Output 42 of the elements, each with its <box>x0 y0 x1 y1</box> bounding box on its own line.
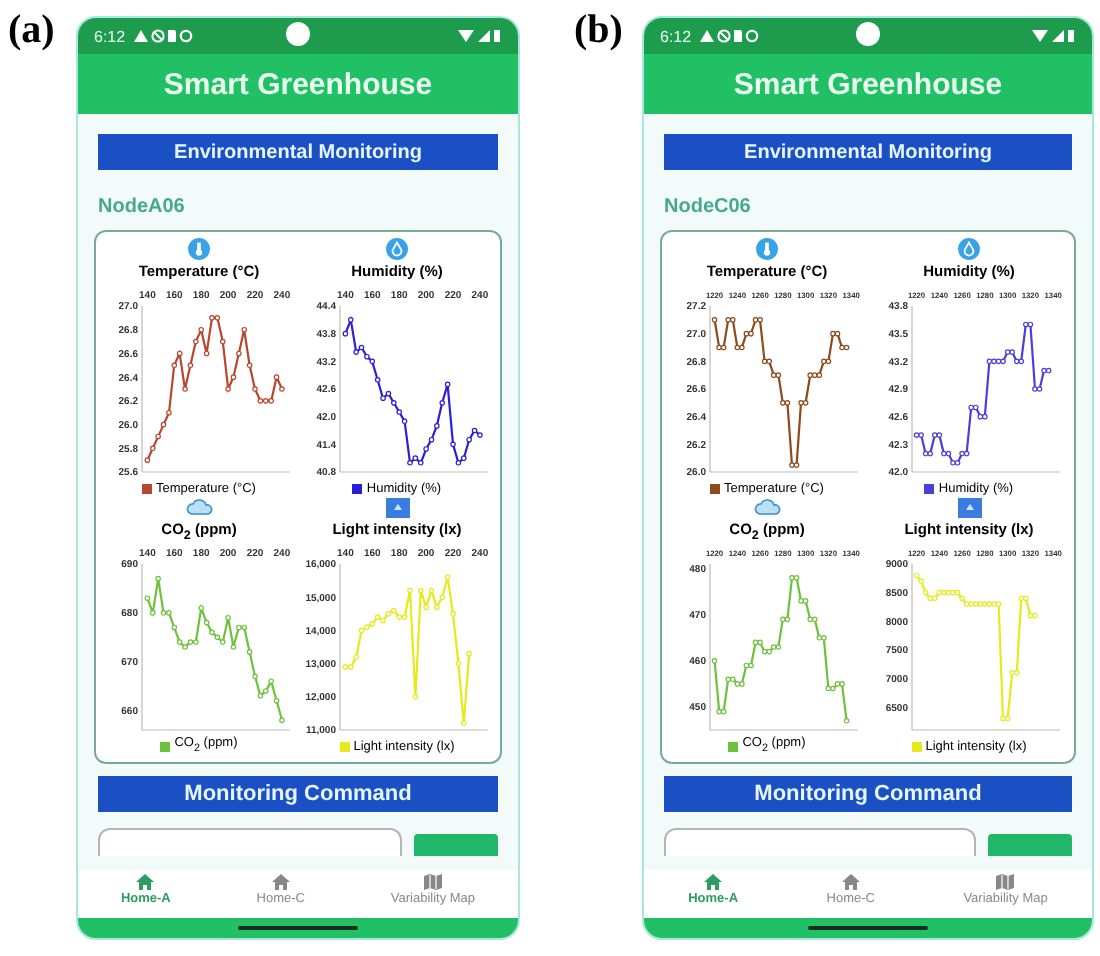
cloud-icon <box>753 498 781 518</box>
home-icon <box>841 874 860 890</box>
lamp-icon <box>957 498 981 518</box>
home-icon <box>271 874 290 890</box>
node-label: NodeC06 <box>664 196 753 222</box>
command-input-field[interactable] <box>664 828 976 856</box>
section-title: Environmental Monitoring <box>98 134 498 170</box>
panel-label: (a) <box>6 6 57 56</box>
home-indicator <box>238 926 358 930</box>
thermometer-icon <box>188 238 210 260</box>
home-indicator <box>808 926 928 930</box>
legend-swatch <box>339 741 350 751</box>
droplet-icon <box>386 238 408 260</box>
section-title: Monitoring Command <box>664 776 1072 812</box>
cloud-icon <box>185 498 213 518</box>
app-title: Smart Greenhouse <box>644 54 1092 114</box>
legend-swatch <box>710 483 721 493</box>
camera-hole <box>856 22 880 46</box>
status-time: 6:12 <box>94 27 126 45</box>
notification-icons <box>699 28 760 44</box>
command-input-field[interactable] <box>98 828 402 856</box>
legend-swatch <box>728 741 739 751</box>
legend-swatch <box>352 483 363 493</box>
section-title: Monitoring Command <box>98 776 498 812</box>
panel-label: (b) <box>572 6 625 56</box>
app-title: Smart Greenhouse <box>78 54 518 114</box>
node-label: NodeA06 <box>98 196 187 222</box>
notification-icons <box>133 28 194 44</box>
droplet-icon <box>958 238 980 260</box>
section-title: Environmental Monitoring <box>664 134 1072 170</box>
camera-hole <box>286 22 310 46</box>
home-icon <box>704 874 723 890</box>
legend-swatch <box>911 741 922 751</box>
status-time: 6:12 <box>660 27 692 45</box>
legend-swatch <box>160 741 171 751</box>
thermometer-icon <box>756 238 778 260</box>
home-icon <box>136 874 155 890</box>
legend-swatch <box>142 483 153 493</box>
legend-swatch <box>924 483 935 493</box>
signal-icons <box>458 28 502 44</box>
lamp-icon <box>385 498 409 518</box>
signal-icons <box>1032 28 1076 44</box>
